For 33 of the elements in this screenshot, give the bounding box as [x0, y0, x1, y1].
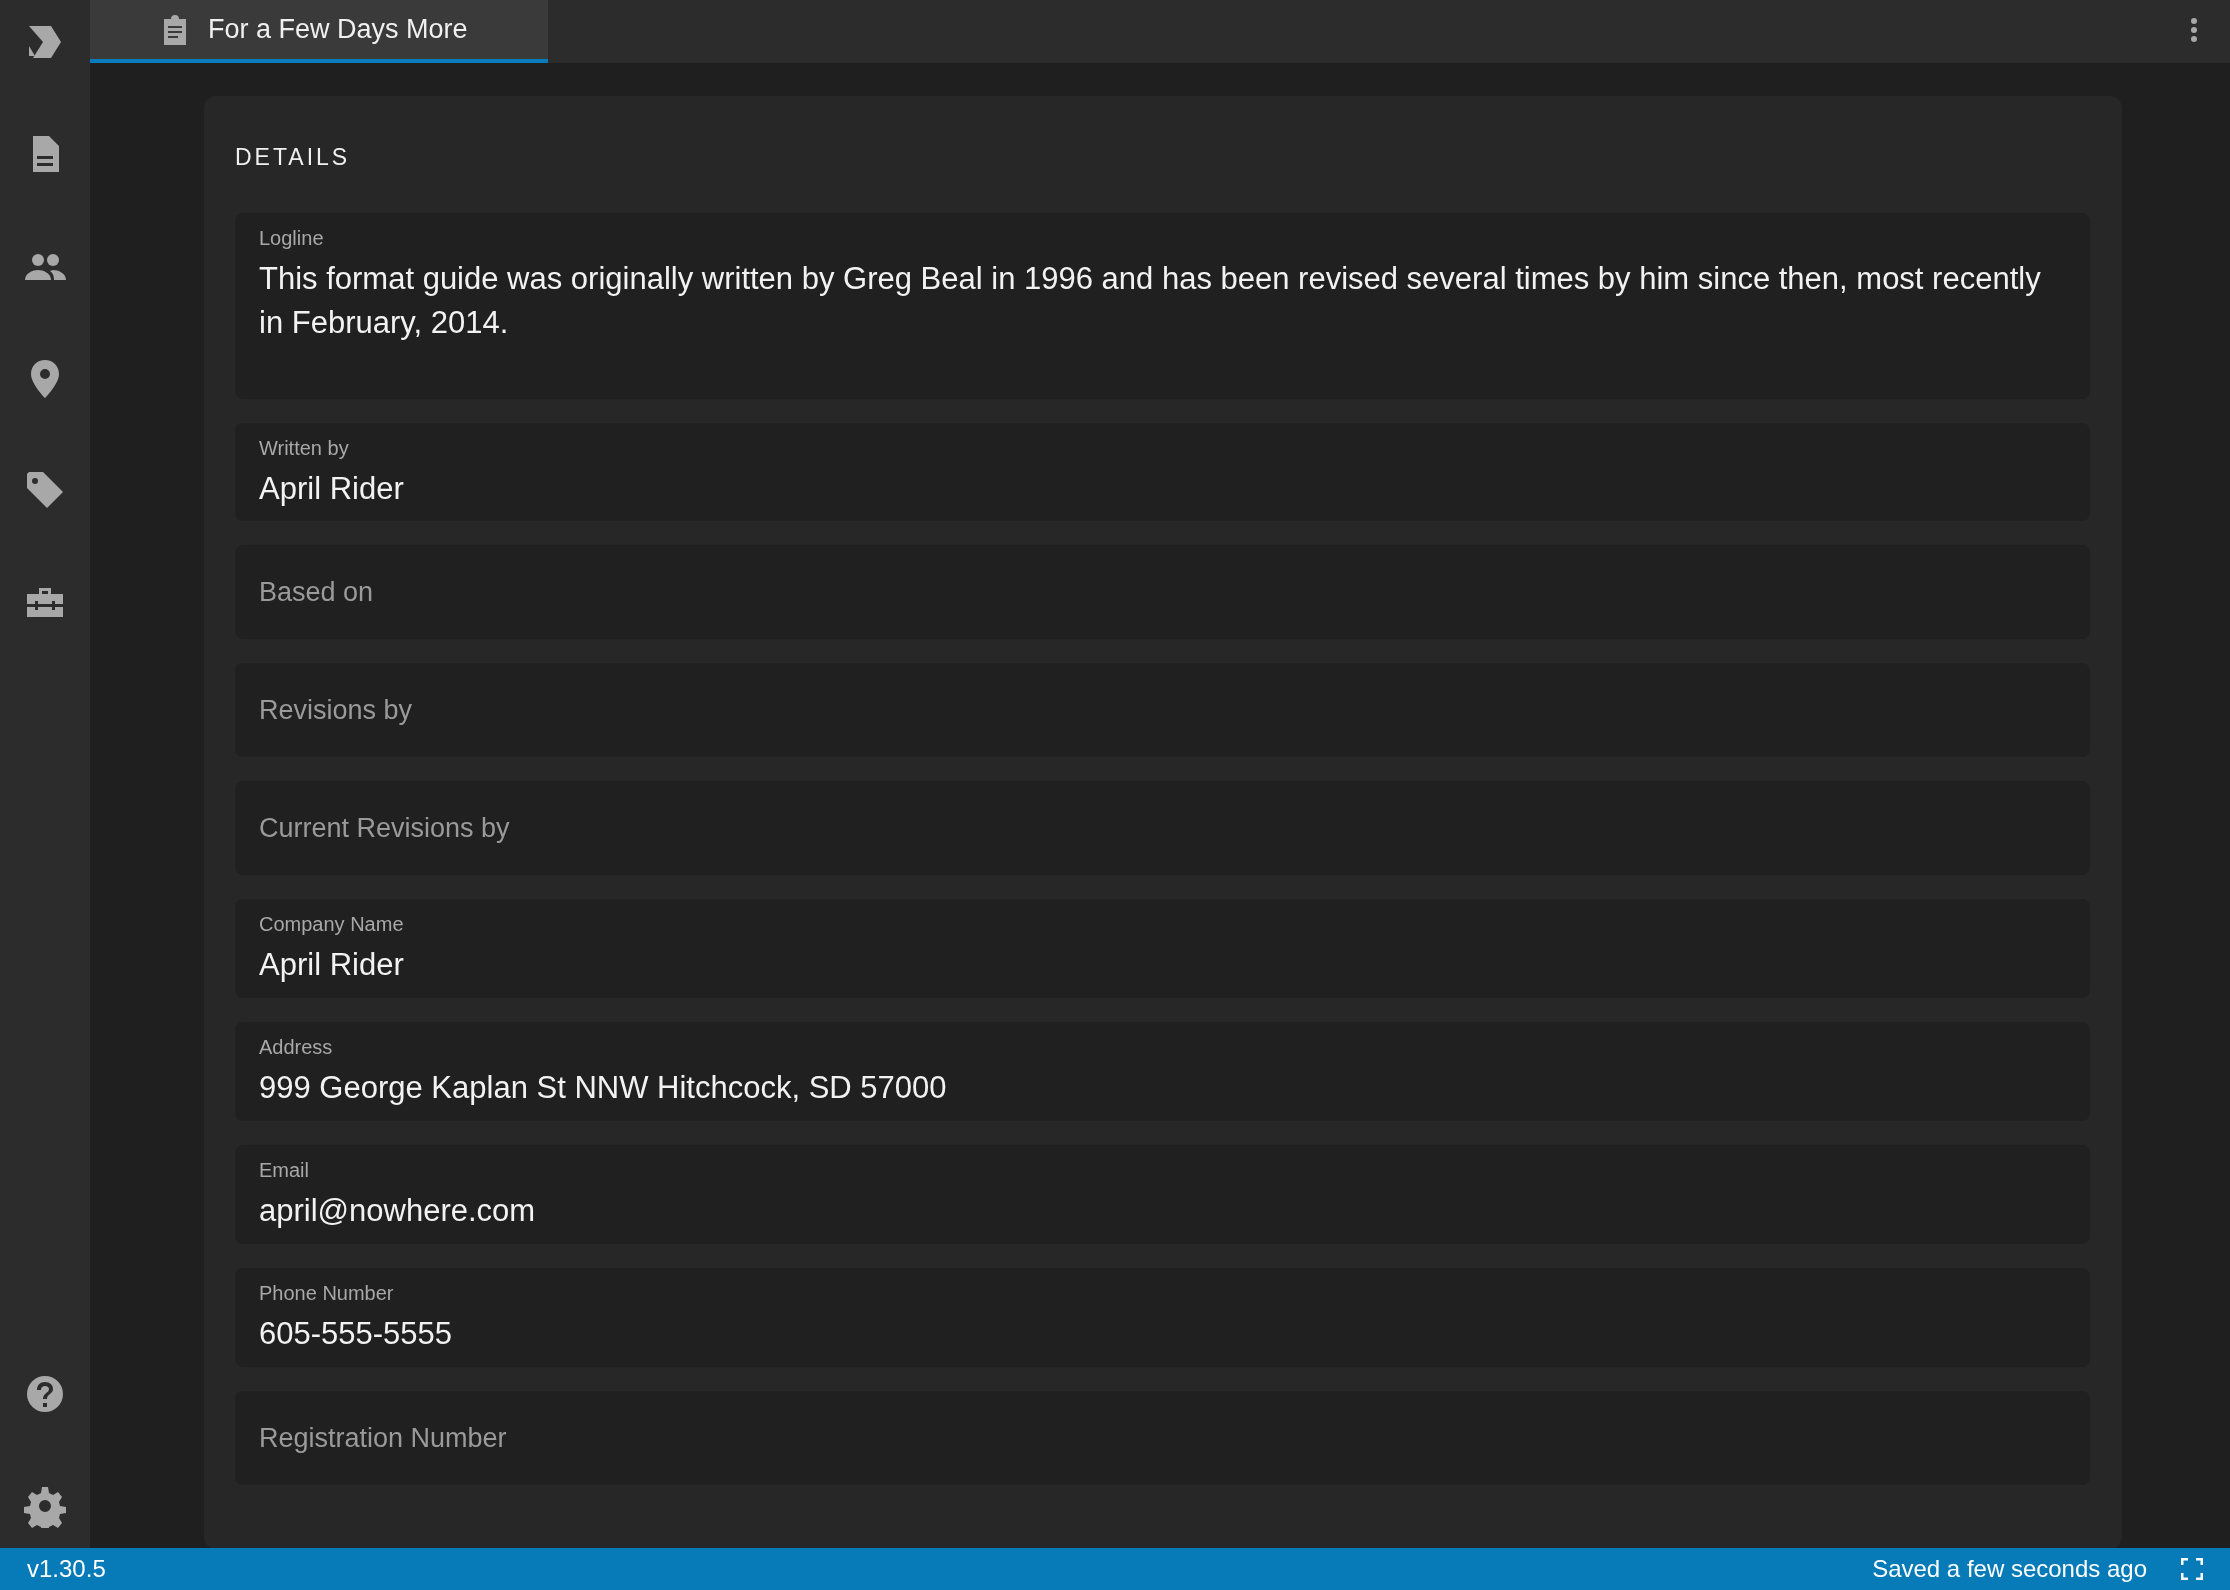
field-label: Phone Number: [259, 1281, 395, 1307]
field-placeholder: Current Revisions by: [259, 812, 511, 846]
text-field[interactable]: Registration Number: [235, 1391, 2090, 1486]
field-value: April Rider: [259, 946, 405, 985]
field-label: Company Name: [259, 912, 405, 938]
save-status: Saved a few seconds ago: [1872, 1554, 2147, 1584]
field-value: april@nowhere.com: [259, 1192, 537, 1231]
fullscreen-icon[interactable]: [2181, 1558, 2203, 1580]
section-title: DETAILS: [235, 143, 352, 172]
field-placeholder: Registration Number: [259, 1421, 508, 1455]
text-field[interactable]: Logline This format guide was originally written by Greg Beal in 1996 and has been revised several times by him since then, most recently in February, 2014.: [235, 212, 2090, 399]
settings-icon[interactable]: [23, 1484, 67, 1528]
field-value: This format guide was originally written by Greg Beal in 1996 and has been revised several times by him since then, most recently in February, 2014.: [259, 259, 2042, 343]
clipboard-icon: [162, 14, 188, 45]
field-label: Email: [259, 1158, 310, 1184]
text-field[interactable]: Current Revisions by: [235, 781, 2090, 876]
field-value: 999 George Kaplan St NNW Hitchcock, SD 57000: [259, 1069, 948, 1108]
field-value: April Rider: [259, 469, 405, 508]
field-label: Address: [259, 1035, 334, 1061]
field-placeholder: Revisions by: [259, 694, 414, 728]
version-label: v1.30.5: [27, 1554, 106, 1584]
field-placeholder: Based on: [259, 576, 375, 610]
text-field[interactable]: Email april@nowhere.com: [235, 1145, 2090, 1245]
text-field[interactable]: Based on: [235, 545, 2090, 640]
text-field[interactable]: Address 999 George Kaplan St NNW Hitchcock, SD 57000: [235, 1022, 2090, 1122]
text-field[interactable]: Phone Number 605-555-5555: [235, 1268, 2090, 1368]
field-label: Logline: [259, 225, 325, 251]
field-value: 605-555-5555: [259, 1315, 454, 1354]
text-field[interactable]: Company Name April Rider: [235, 899, 2090, 999]
text-field[interactable]: Revisions by: [235, 663, 2090, 758]
document-tab[interactable]: For a Few Days More: [90, 0, 548, 63]
field-label: Written by: [259, 435, 350, 461]
text-field[interactable]: Written by April Rider: [235, 422, 2090, 522]
